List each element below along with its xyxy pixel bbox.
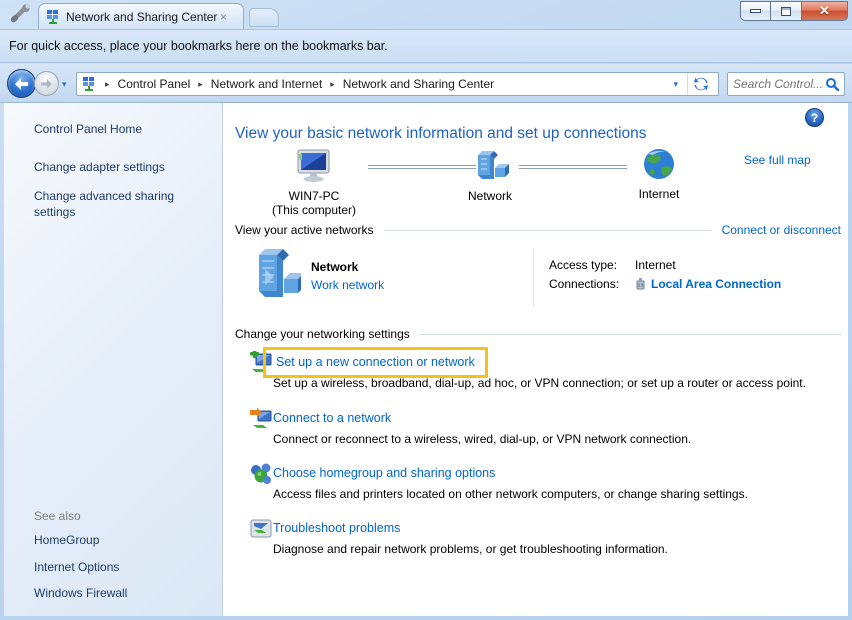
network-node-label: Network (455, 189, 525, 203)
breadcrumb-control-panel[interactable]: Control Panel (118, 77, 191, 91)
search-icon[interactable] (825, 77, 839, 91)
active-network-divider (533, 249, 534, 307)
maximize-button[interactable] (771, 1, 802, 21)
bookmarks-message: For quick access, place your bookmarks h… (9, 39, 388, 53)
troubleshoot-description: Diagnose and repair network problems, or… (273, 542, 668, 556)
connect-network-description: Connect or reconnect to a wireless, wire… (273, 432, 691, 446)
homegroup-icon (249, 462, 273, 488)
tab-network-sharing-center[interactable]: Network and Sharing Center × (38, 3, 244, 30)
sidebar-item-internet-options[interactable]: Internet Options (34, 560, 208, 576)
refresh-button[interactable] (688, 73, 714, 95)
work-network-link[interactable]: Work network (311, 278, 384, 292)
active-network-icon[interactable] (249, 247, 301, 303)
breadcrumb-separator-icon[interactable]: ▸ (322, 79, 343, 90)
active-networks-header: View your active networks Connect or dis… (235, 223, 841, 237)
close-button[interactable]: ✕ (802, 1, 848, 21)
map-node-computer[interactable]: WIN7-PC (This computer) (271, 149, 357, 217)
bookmarks-bar: For quick access, place your bookmarks h… (0, 29, 852, 63)
minimize-button[interactable] (740, 1, 771, 21)
search-box[interactable] (727, 72, 845, 96)
minimize-icon (750, 9, 761, 13)
map-node-network[interactable]: Network (455, 151, 525, 203)
address-dropdown-icon[interactable]: ▾ (664, 79, 687, 90)
sidebar-item-change-advanced-sharing[interactable]: Change advanced sharing settings (34, 189, 208, 220)
local-area-connection-link[interactable]: Local Area Connection (651, 277, 781, 291)
network-sharing-center-window: Network and Sharing Center × ✕ For quick… (0, 0, 852, 620)
computer-sublabel: (This computer) (271, 203, 357, 217)
network-icon (470, 151, 510, 183)
wrench-icon[interactable] (9, 4, 31, 26)
access-type-label: Access type: (549, 258, 635, 272)
computer-icon (295, 149, 333, 183)
see-also-title: See also (34, 509, 222, 523)
connect-or-disconnect-link[interactable]: Connect or disconnect (722, 223, 841, 237)
troubleshoot-link[interactable]: Troubleshoot problems (273, 521, 400, 535)
breadcrumb-separator-icon[interactable]: ▸ (97, 79, 118, 90)
window-controls: ✕ (740, 1, 848, 21)
computer-name: WIN7-PC (271, 189, 357, 203)
homegroup-options-description: Access files and printers located on oth… (273, 487, 748, 501)
homegroup-options-link[interactable]: Choose homegroup and sharing options (273, 466, 495, 480)
navigation-toolbar: ▾ ▸ Control Panel ▸ Network and Internet… (0, 64, 852, 103)
troubleshoot-icon (249, 517, 273, 543)
tutorial-highlight-box: Set up a new connection or network (263, 347, 488, 378)
section-rule (420, 334, 841, 335)
search-input[interactable] (733, 77, 825, 91)
tab-close-icon[interactable]: × (220, 10, 227, 24)
setting-item-connect-network: Connect to a network Connect or reconnec… (273, 411, 840, 461)
setting-item-troubleshoot: Troubleshoot problems Diagnose and repai… (273, 521, 840, 571)
help-button[interactable]: ? (805, 108, 824, 127)
breadcrumb-network-and-internet[interactable]: Network and Internet (211, 77, 322, 91)
breadcrumb-network-sharing-center[interactable]: Network and Sharing Center (343, 77, 494, 91)
tab-strip: Network and Sharing Center × (0, 0, 852, 29)
setting-item-homegroup: Choose homegroup and sharing options Acc… (273, 466, 840, 516)
setup-connection-description: Set up a wireless, broadband, dial-up, a… (273, 376, 806, 390)
back-arrow-icon (14, 78, 29, 90)
forward-button[interactable] (34, 71, 59, 96)
access-type-row: Access type: Internet (549, 258, 676, 272)
main-content: ? View your basic network information an… (223, 103, 848, 616)
close-icon: ✕ (819, 3, 830, 19)
page-title: View your basic network information and … (235, 125, 647, 143)
connections-label: Connections: (549, 277, 635, 291)
network-favicon (45, 9, 61, 25)
breadcrumb-separator-icon[interactable]: ▸ (190, 79, 211, 90)
connect-network-link[interactable]: Connect to a network (273, 411, 391, 425)
help-icon: ? (811, 111, 818, 125)
maximize-icon (781, 7, 791, 16)
sidebar-item-windows-firewall[interactable]: Windows Firewall (34, 586, 208, 602)
address-bar[interactable]: ▸ Control Panel ▸ Network and Internet ▸… (76, 72, 719, 96)
connect-network-icon (249, 407, 273, 433)
map-connector (519, 165, 627, 169)
section-rule (384, 230, 712, 231)
breadcrumb: ▸ Control Panel ▸ Network and Internet ▸… (97, 77, 664, 91)
internet-globe-icon (642, 147, 676, 181)
setting-item-setup-connection: Set up a new connection or network Set u… (273, 355, 840, 405)
see-full-map-link[interactable]: See full map (744, 153, 811, 167)
new-tab-button[interactable] (249, 8, 279, 27)
refresh-icon (693, 76, 709, 92)
map-node-internet[interactable]: Internet (627, 147, 691, 201)
forward-arrow-icon (40, 79, 53, 89)
recent-pages-dropdown-icon[interactable]: ▾ (62, 79, 67, 90)
see-also-section: See also HomeGroup Internet Options Wind… (4, 509, 222, 616)
ethernet-plug-icon (635, 277, 646, 291)
back-button[interactable] (7, 69, 36, 98)
active-network-name: Network (311, 260, 358, 274)
setup-connection-link[interactable]: Set up a new connection or network (276, 355, 475, 369)
sidebar: Control Panel Home Change adapter settin… (4, 103, 223, 616)
sidebar-item-change-adapter-settings[interactable]: Change adapter settings (34, 160, 208, 176)
sidebar-item-control-panel-home[interactable]: Control Panel Home (34, 122, 208, 138)
networking-settings-header: Change your networking settings (235, 327, 841, 341)
networking-settings-title: Change your networking settings (235, 327, 410, 341)
active-networks-title: View your active networks (235, 223, 374, 237)
tab-title: Network and Sharing Center (66, 10, 218, 24)
address-favicon (81, 76, 97, 92)
access-type-value: Internet (635, 258, 676, 272)
internet-node-label: Internet (627, 187, 691, 201)
sidebar-item-homegroup[interactable]: HomeGroup (34, 533, 208, 549)
connections-row: Connections: Local Area Connection (549, 277, 781, 291)
